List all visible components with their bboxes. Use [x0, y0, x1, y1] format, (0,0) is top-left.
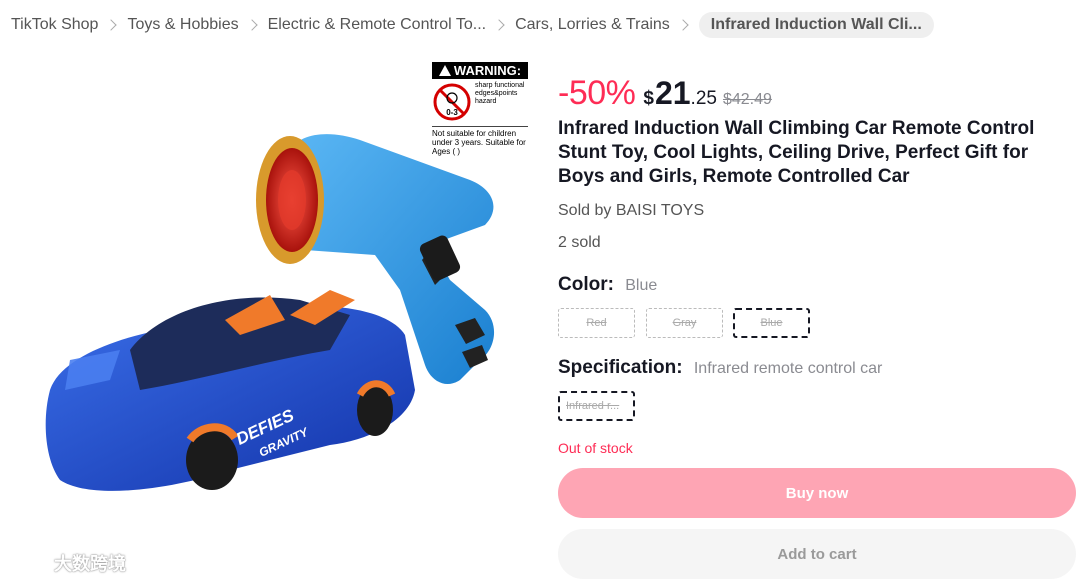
price-cents: .25: [690, 88, 717, 109]
stock-status: Out of stock: [558, 440, 633, 456]
warning-heading-text: WARNING:: [453, 63, 522, 78]
breadcrumb-current: Infrared Induction Wall Cli...: [698, 12, 934, 38]
breadcrumb: TikTok Shop Toys & Hobbies Electric & Re…: [11, 11, 934, 39]
wall-climbing-car: DEFIES GRAVITY: [45, 290, 416, 491]
breadcrumb-toys-hobbies[interactable]: Toys & Hobbies: [127, 16, 238, 34]
chevron-right-icon: [677, 19, 689, 31]
watermark-logo-icon: [11, 555, 46, 569]
watermark-text: 大数跨境: [54, 554, 126, 574]
color-option-blue[interactable]: Blue: [733, 308, 810, 338]
age-badge-text: 0-3: [446, 108, 458, 117]
price-row: -50% $ 21 .25 $42.49: [558, 74, 772, 113]
specification-option-label: Specification: Infrared remote control c…: [558, 357, 882, 379]
chevron-right-icon: [245, 19, 258, 31]
warning-footer: Not suitable for children under 3 years.…: [432, 126, 528, 156]
specification-selected-value: Infrared remote control car: [693, 360, 883, 377]
warning-label: WARNING: 0-3 sharp functional edges&poin…: [432, 62, 528, 162]
warning-triangle-icon: [438, 65, 451, 76]
warning-heading: WARNING:: [432, 62, 528, 79]
breadcrumb-tiktok-shop[interactable]: TikTok Shop: [11, 16, 98, 34]
sold-count: 2 sold: [558, 234, 601, 251]
specification-label-text: Specification:: [558, 357, 683, 378]
color-option-gray[interactable]: Gray: [646, 308, 723, 338]
discount-badge: -50%: [558, 74, 636, 112]
color-label-text: Color:: [558, 274, 614, 295]
breadcrumb-cars-lorries-trains[interactable]: Cars, Lorries & Trains: [515, 16, 670, 34]
chevron-right-icon: [493, 19, 505, 31]
color-selected-value: Blue: [625, 277, 658, 294]
age-restriction-icon: 0-3: [432, 82, 472, 122]
chevron-right-icon: [105, 19, 118, 31]
price-whole: 21: [654, 75, 691, 111]
watermark: 大数跨境: [10, 550, 126, 576]
specification-option-infrared[interactable]: Infrared r...: [558, 391, 635, 421]
color-option-label: Color: Blue: [558, 274, 657, 296]
seller-name[interactable]: Sold by BAISI TOYS: [558, 202, 704, 220]
buy-now-button[interactable]: Buy now: [558, 468, 1076, 518]
original-price: $42.49: [722, 91, 772, 108]
color-option-red[interactable]: Red: [558, 308, 635, 338]
add-to-cart-button[interactable]: Add to cart: [558, 529, 1076, 579]
hazard-text: sharp functional edges&points hazard: [475, 82, 525, 105]
product-title: Infrared Induction Wall Climbing Car Rem…: [558, 118, 1035, 187]
price-currency: $: [643, 88, 654, 109]
breadcrumb-electric-rc-toys[interactable]: Electric & Remote Control To...: [268, 16, 486, 34]
